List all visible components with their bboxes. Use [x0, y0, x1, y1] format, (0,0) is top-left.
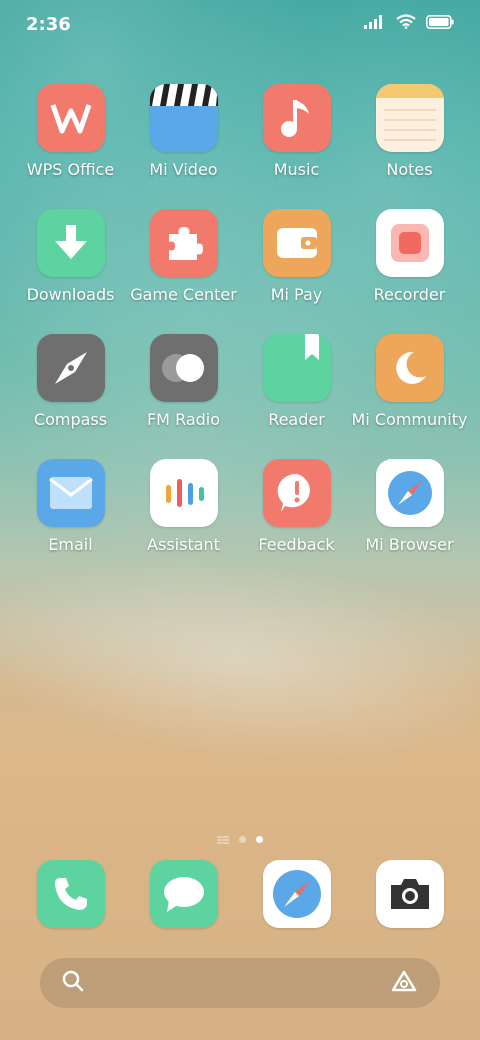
app-row: Email Assistant Feedback Mi Browser — [0, 459, 480, 584]
search-icon[interactable] — [62, 970, 84, 996]
app-row: WPS Office Mi Video Music Notes — [0, 84, 480, 209]
app-label: Compass — [33, 410, 108, 429]
app-label: Mi Browser — [365, 535, 454, 554]
mi-community-icon[interactable] — [375, 334, 444, 402]
mi-video-icon[interactable] — [149, 84, 218, 152]
status-time: 2:36 — [26, 14, 71, 35]
status-bar: 2:36 — [0, 0, 480, 50]
home-page-lines-icon — [217, 830, 229, 849]
dock-browser[interactable] — [240, 860, 353, 928]
app-notes[interactable]: Notes — [353, 84, 466, 209]
app-mi-pay[interactable]: Mi Pay — [240, 209, 353, 334]
app-label: Recorder — [373, 285, 446, 304]
app-label: Mi Community — [351, 410, 468, 429]
app-label: Downloads — [26, 285, 115, 304]
reader-icon[interactable] — [262, 334, 331, 402]
app-row: Downloads Game Center Mi Pay Recorder — [0, 209, 480, 334]
app-downloads[interactable]: Downloads — [14, 209, 127, 334]
assistant-icon[interactable] — [149, 459, 218, 527]
wps-office-icon[interactable] — [36, 84, 105, 152]
app-label: WPS Office — [26, 160, 115, 179]
phone-icon[interactable] — [36, 860, 105, 928]
app-mi-video[interactable]: Mi Video — [127, 84, 240, 209]
wifi-icon — [396, 14, 416, 33]
compass-icon[interactable] — [36, 334, 105, 402]
app-wps-office[interactable]: WPS Office — [14, 84, 127, 209]
app-recorder[interactable]: Recorder — [353, 209, 466, 334]
camera-icon[interactable] — [375, 860, 444, 928]
dock — [0, 860, 480, 928]
page-dot[interactable] — [239, 836, 246, 843]
email-icon[interactable] — [36, 459, 105, 527]
app-music[interactable]: Music — [240, 84, 353, 209]
mi-pay-icon[interactable] — [262, 209, 331, 277]
app-label: Music — [273, 160, 320, 179]
status-icons — [364, 14, 454, 33]
app-label: Game Center — [130, 285, 237, 304]
app-reader[interactable]: Reader — [240, 334, 353, 459]
app-game-center[interactable]: Game Center — [127, 209, 240, 334]
music-icon[interactable] — [262, 84, 331, 152]
messages-icon[interactable] — [149, 860, 218, 928]
battery-icon — [426, 14, 454, 33]
app-label: Mi Pay — [270, 285, 323, 304]
signal-icon — [364, 14, 386, 33]
app-grid: WPS Office Mi Video Music Notes Download… — [0, 84, 480, 584]
app-feedback[interactable]: Feedback — [240, 459, 353, 584]
downloads-icon[interactable] — [36, 209, 105, 277]
mi-browser-icon[interactable] — [375, 459, 444, 527]
search-bar[interactable] — [40, 958, 440, 1008]
app-label: FM Radio — [146, 410, 221, 429]
app-label: Email — [48, 535, 93, 554]
app-label: Reader — [268, 410, 325, 429]
app-compass[interactable]: Compass — [14, 334, 127, 459]
dock-messages[interactable] — [127, 860, 240, 928]
notes-icon[interactable] — [375, 84, 444, 152]
assistant-triangle-icon[interactable] — [390, 969, 418, 997]
app-label: Notes — [386, 160, 433, 179]
app-label: Feedback — [258, 535, 335, 554]
recorder-icon[interactable] — [375, 209, 444, 277]
game-center-icon[interactable] — [149, 209, 218, 277]
browser-icon[interactable] — [262, 860, 331, 928]
dock-phone[interactable] — [14, 860, 127, 928]
app-label: Mi Video — [149, 160, 218, 179]
app-mi-browser[interactable]: Mi Browser — [353, 459, 466, 584]
page-dot-active[interactable] — [256, 836, 263, 843]
app-mi-community[interactable]: Mi Community — [351, 334, 468, 459]
dock-camera[interactable] — [353, 860, 466, 928]
app-email[interactable]: Email — [14, 459, 127, 584]
fm-radio-icon[interactable] — [149, 334, 218, 402]
app-row: Compass FM Radio Reader Mi Community — [0, 334, 480, 459]
app-label: Assistant — [147, 535, 220, 554]
app-fm-radio[interactable]: FM Radio — [127, 334, 240, 459]
feedback-icon[interactable] — [262, 459, 331, 527]
page-indicator[interactable] — [0, 830, 480, 849]
app-assistant[interactable]: Assistant — [127, 459, 240, 584]
